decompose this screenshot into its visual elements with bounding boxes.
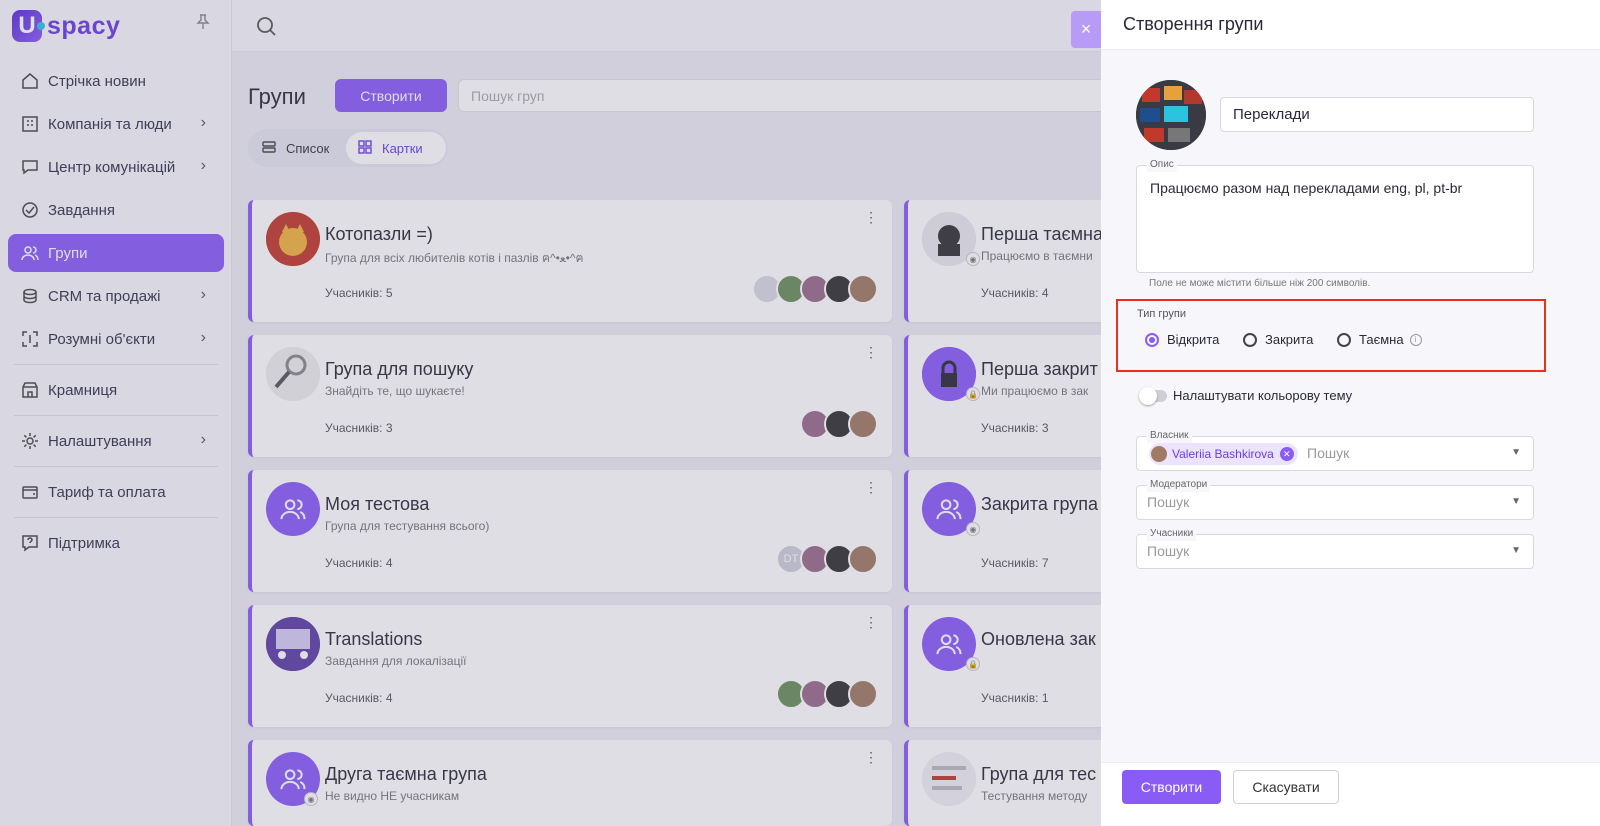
remove-chip-icon[interactable]: ✕ (1279, 447, 1294, 461)
radio-circle (1145, 332, 1159, 347)
radio-circle (1337, 332, 1351, 347)
description-value: Працюємо разом над перекладами eng, pl, … (1150, 180, 1463, 196)
moderators-select[interactable]: Модератори Пошук ▼ (1136, 478, 1534, 520)
avatar (1151, 446, 1167, 462)
owner-select[interactable]: Власник Valeriia Bashkirova ✕ Пошук ▼ (1136, 429, 1534, 471)
radio-closed[interactable]: Закрита (1243, 332, 1313, 347)
owner-label: Власник (1147, 429, 1192, 443)
radio-label: Таємна (1359, 332, 1404, 347)
close-drawer-button[interactable]: × (1071, 11, 1101, 48)
toggle-label: Налаштувати кольорову тему (1173, 388, 1353, 403)
color-theme-toggle[interactable]: Налаштувати кольорову тему (1139, 386, 1353, 405)
members-select[interactable]: Учасники Пошук ▼ (1136, 527, 1534, 569)
group-name-input[interactable]: Переклади (1220, 97, 1534, 132)
chevron-down-icon[interactable]: ▼ (1511, 496, 1521, 507)
group-image-upload[interactable] (1136, 80, 1206, 150)
create-group-drawer: Створення групи Переклади Опис Працюємо … (1101, 0, 1600, 826)
info-icon[interactable]: i (1409, 333, 1422, 346)
owner-search-placeholder: Пошук (1307, 445, 1350, 461)
toggle-switch[interactable] (1139, 386, 1167, 405)
radio-open[interactable]: Відкрита (1145, 332, 1219, 347)
description-textarea[interactable]: Опис Працюємо разом над перекладами eng,… (1136, 158, 1534, 273)
drawer-title: Створення групи (1101, 0, 1600, 50)
radio-label: Відкрита (1167, 332, 1220, 347)
radio-secret[interactable]: Таємна i (1337, 332, 1422, 347)
owner-chip-name: Valeriia Bashkirova (1172, 447, 1274, 461)
radio-label: Закрита (1265, 332, 1314, 347)
group-type-label: Тип групи (1137, 308, 1187, 320)
submit-create-button[interactable]: Створити (1122, 770, 1221, 804)
description-hint: Поле не може містити більше ніж 200 симв… (1149, 278, 1371, 289)
members-label: Учасники (1147, 527, 1197, 541)
moderators-search-placeholder: Пошук (1147, 494, 1190, 510)
members-search-placeholder: Пошук (1147, 543, 1190, 559)
moderators-label: Модератори (1147, 478, 1211, 492)
radio-circle (1243, 332, 1257, 347)
chevron-down-icon[interactable]: ▼ (1511, 545, 1521, 556)
modal-backdrop[interactable] (0, 0, 1112, 826)
cancel-button[interactable]: Скасувати (1233, 770, 1339, 804)
chevron-down-icon[interactable]: ▼ (1511, 447, 1521, 458)
owner-chip: Valeriia Bashkirova ✕ (1149, 443, 1298, 465)
description-label: Опис (1147, 158, 1177, 172)
drawer-footer: Створити Скасувати (1101, 762, 1600, 826)
